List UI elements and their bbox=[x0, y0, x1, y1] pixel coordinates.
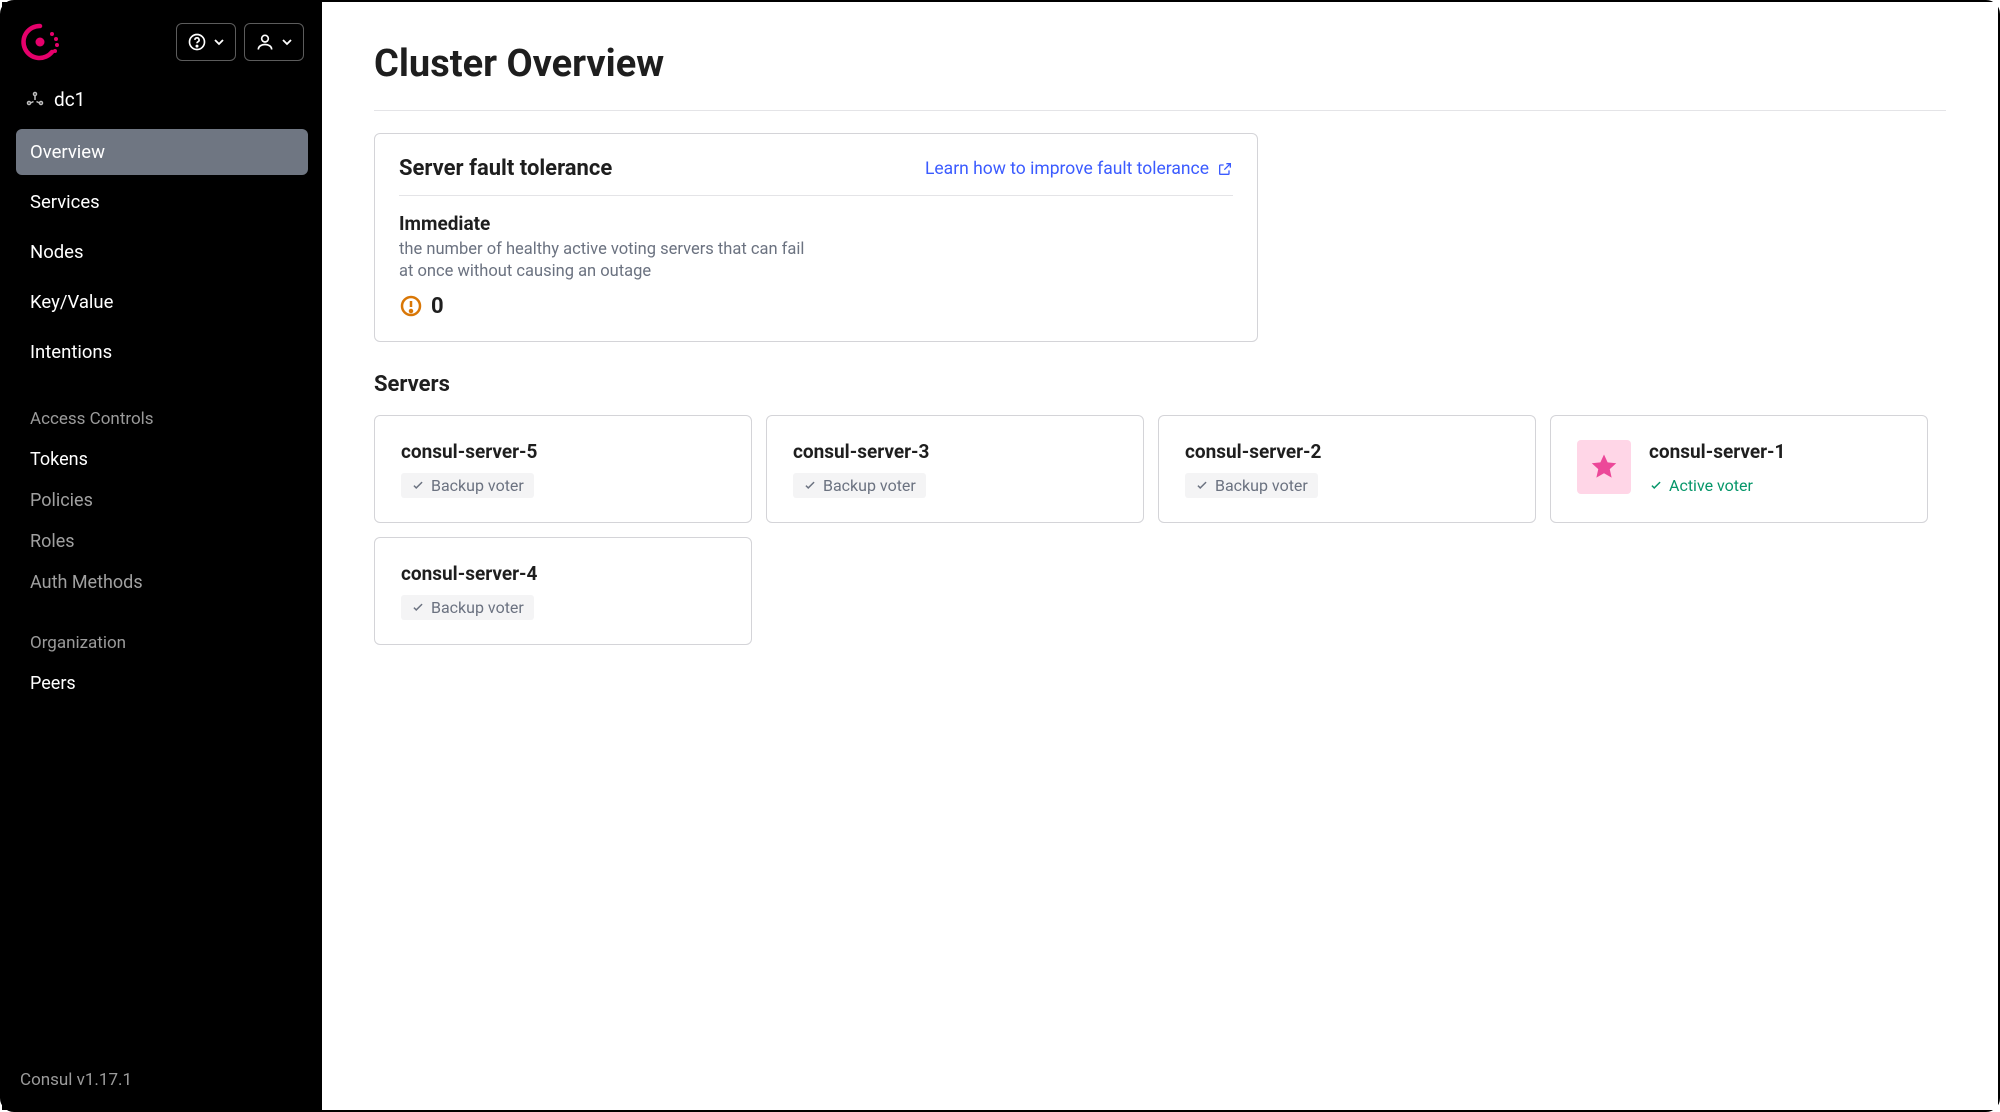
server-name: consul-server-3 bbox=[793, 440, 1117, 463]
nav-label: Services bbox=[30, 191, 100, 213]
title-divider bbox=[374, 110, 1946, 111]
server-card[interactable]: consul-server-3 Backup voter bbox=[766, 415, 1144, 523]
fault-tolerance-title: Server fault tolerance bbox=[399, 156, 612, 181]
nav-label: Roles bbox=[30, 531, 75, 552]
status-text: Backup voter bbox=[431, 476, 524, 495]
server-card[interactable]: consul-server-5 Backup voter bbox=[374, 415, 752, 523]
server-name: consul-server-2 bbox=[1185, 440, 1509, 463]
nav-keyvalue[interactable]: Key/Value bbox=[16, 279, 308, 325]
status-badge: Active voter bbox=[1649, 473, 1763, 498]
server-card[interactable]: consul-server-2 Backup voter bbox=[1158, 415, 1536, 523]
status-badge: Backup voter bbox=[1185, 473, 1318, 498]
alert-icon bbox=[399, 294, 423, 318]
nav-primary: Overview Services Nodes Key/Value Intent… bbox=[16, 129, 308, 379]
nav-label: Overview bbox=[30, 141, 105, 163]
status-text: Backup voter bbox=[823, 476, 916, 495]
leader-badge bbox=[1577, 440, 1631, 494]
nav-label: Peers bbox=[30, 673, 76, 694]
check-icon bbox=[411, 600, 425, 614]
access-controls-heading: Access Controls bbox=[16, 379, 308, 439]
check-icon bbox=[1195, 478, 1209, 492]
status-text: Backup voter bbox=[431, 598, 524, 617]
status-text: Active voter bbox=[1669, 476, 1753, 495]
stat-value-row: 0 bbox=[399, 294, 1233, 319]
check-icon bbox=[411, 478, 425, 492]
nav-label: Nodes bbox=[30, 241, 84, 263]
chevron-down-icon bbox=[281, 36, 293, 48]
nav-overview[interactable]: Overview bbox=[16, 129, 308, 175]
external-link-icon bbox=[1217, 161, 1233, 177]
top-controls bbox=[176, 23, 304, 61]
mesh-icon bbox=[26, 91, 44, 109]
stat-label: Immediate bbox=[399, 212, 1233, 235]
datacenter-name: dc1 bbox=[54, 88, 85, 111]
nav-roles[interactable]: Roles bbox=[16, 521, 308, 562]
nav-label: Intentions bbox=[30, 341, 112, 363]
check-icon bbox=[803, 478, 817, 492]
server-card[interactable]: consul-server-4 Backup voter bbox=[374, 537, 752, 645]
nav-auth-methods[interactable]: Auth Methods bbox=[16, 562, 308, 603]
nav-label: Policies bbox=[30, 490, 93, 511]
card-header: Server fault tolerance Learn how to impr… bbox=[399, 156, 1233, 196]
user-menu-button[interactable] bbox=[244, 23, 304, 61]
server-grid: consul-server-5 Backup voter consul-serv… bbox=[374, 415, 1932, 645]
chevron-down-icon bbox=[213, 36, 225, 48]
help-icon bbox=[187, 32, 207, 52]
server-name: consul-server-4 bbox=[401, 562, 725, 585]
sidebar: dc1 Overview Services Nodes Key/Value In… bbox=[2, 2, 322, 1110]
nav-label: Key/Value bbox=[30, 291, 113, 313]
nav-intentions[interactable]: Intentions bbox=[16, 329, 308, 375]
page-title: Cluster Overview bbox=[374, 42, 1946, 86]
learn-fault-tolerance-link[interactable]: Learn how to improve fault tolerance bbox=[925, 159, 1233, 179]
server-name: consul-server-1 bbox=[1649, 440, 1901, 463]
nav-services[interactable]: Services bbox=[16, 179, 308, 225]
nav-tokens[interactable]: Tokens bbox=[16, 439, 308, 480]
status-badge: Backup voter bbox=[401, 473, 534, 498]
sidebar-top bbox=[16, 18, 308, 82]
nav-policies[interactable]: Policies bbox=[16, 480, 308, 521]
consul-logo[interactable] bbox=[20, 22, 60, 62]
version-footer: Consul v1.17.1 bbox=[16, 1062, 308, 1098]
star-icon bbox=[1589, 452, 1619, 482]
datacenter-selector[interactable]: dc1 bbox=[16, 82, 308, 129]
stat-value: 0 bbox=[431, 294, 444, 319]
user-icon bbox=[255, 32, 275, 52]
fault-tolerance-card: Server fault tolerance Learn how to impr… bbox=[374, 133, 1258, 342]
nav-nodes[interactable]: Nodes bbox=[16, 229, 308, 275]
server-card-leader[interactable]: consul-server-1 Active voter bbox=[1550, 415, 1928, 523]
immediate-stat: Immediate the number of healthy active v… bbox=[399, 212, 1233, 319]
status-text: Backup voter bbox=[1215, 476, 1308, 495]
status-badge: Backup voter bbox=[793, 473, 926, 498]
stat-description: the number of healthy active voting serv… bbox=[399, 239, 819, 284]
main-content: Cluster Overview Server fault tolerance … bbox=[322, 2, 1998, 1110]
link-text: Learn how to improve fault tolerance bbox=[925, 159, 1209, 179]
help-menu-button[interactable] bbox=[176, 23, 236, 61]
nav-label: Tokens bbox=[30, 449, 88, 470]
check-icon bbox=[1649, 478, 1663, 492]
status-badge: Backup voter bbox=[401, 595, 534, 620]
nav-peers[interactable]: Peers bbox=[16, 663, 308, 704]
organization-heading: Organization bbox=[16, 603, 308, 663]
nav-label: Auth Methods bbox=[30, 572, 143, 593]
server-name: consul-server-5 bbox=[401, 440, 725, 463]
servers-heading: Servers bbox=[374, 372, 1946, 397]
